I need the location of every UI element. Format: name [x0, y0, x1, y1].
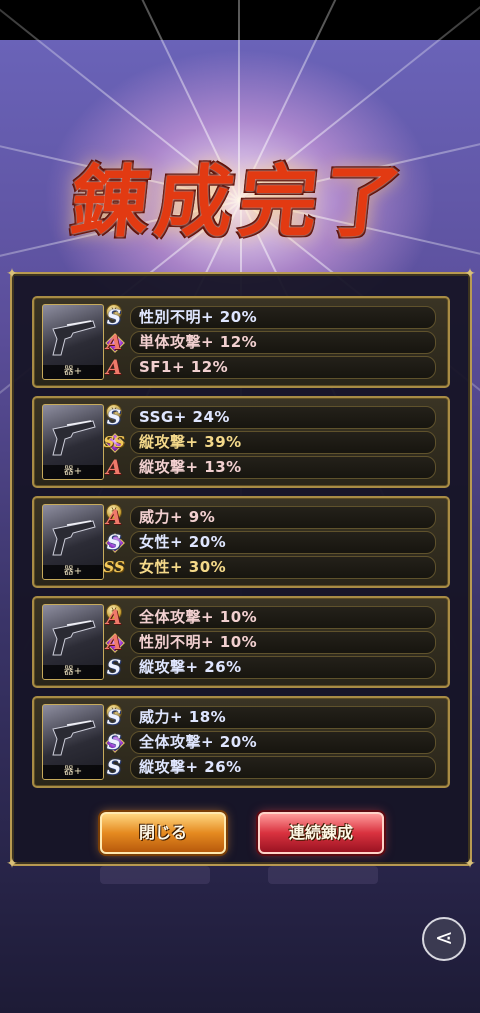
stat-text: SSG+ 24%	[139, 408, 230, 426]
share-button[interactable]: ⋖	[422, 917, 466, 961]
equip-level-label: 器+	[43, 365, 103, 379]
equip-level-label: 器+	[43, 765, 103, 779]
stat-row: A SF1+ 12%	[106, 355, 436, 379]
weapon-thumbnail: 器+	[42, 604, 104, 680]
stat-text: 威力+ 9%	[139, 508, 216, 526]
refine-result-card: 器+ ¥ A 威力+ 9% S 女性+ 20% SS 女性+ 30%	[32, 496, 450, 588]
rank-badge-s: S	[106, 655, 122, 679]
stat-row: S 全体攻撃+ 20%	[107, 730, 436, 754]
stat-row: A 性別不明+ 10%	[106, 630, 436, 654]
corner-ornament: ✦	[464, 856, 476, 872]
stat-row: A 縦攻撃+ 13%	[106, 455, 436, 479]
stat-row: S 縦攻撃+ 26%	[107, 655, 436, 679]
background-ghost-button	[268, 866, 378, 884]
rank-badge-ss: SS	[103, 558, 125, 576]
rank-badge-s: S	[106, 405, 122, 429]
refine-result-card: 器+ ¥ S 性別不明+ 20% A 単体攻撃+ 12% A SF1+ 12%	[32, 296, 450, 388]
handgun-icon	[52, 420, 96, 456]
stat-row: SS 縦攻撃+ 39%	[103, 431, 436, 454]
rank-badge-s: S	[106, 755, 122, 779]
stat-text: 女性+ 20%	[139, 533, 227, 551]
stat-row: S SSG+ 24%	[107, 405, 436, 429]
stat-text: 全体攻撃+ 20%	[139, 733, 258, 751]
stat-text: 縦攻撃+ 39%	[139, 433, 242, 451]
stat-row: A 威力+ 9%	[106, 505, 436, 529]
stat-text: 性別不明+ 20%	[139, 308, 258, 326]
rank-badge-a: A	[106, 330, 122, 354]
rank-badge-a: A	[106, 505, 122, 529]
stat-text: 威力+ 18%	[139, 708, 227, 726]
rank-badge-a: A	[106, 630, 122, 654]
equip-level-label: 器+	[43, 465, 103, 479]
stat-row: S 威力+ 18%	[107, 705, 436, 729]
rank-badge-a: A	[106, 355, 122, 379]
stat-text: 縦攻撃+ 26%	[139, 758, 242, 776]
stat-row: S 女性+ 20%	[107, 530, 436, 554]
stat-text: 全体攻撃+ 10%	[139, 608, 258, 626]
corner-ornament: ✦	[6, 856, 18, 872]
stat-text: SF1+ 12%	[139, 358, 229, 376]
weapon-thumbnail: 器+	[42, 504, 104, 580]
handgun-icon	[52, 520, 96, 556]
equip-level-label: 器+	[43, 665, 103, 679]
stat-text: 性別不明+ 10%	[139, 633, 258, 651]
rank-badge-s: S	[106, 305, 122, 329]
equip-level-label: 器+	[43, 565, 103, 579]
corner-ornament: ✦	[6, 266, 18, 282]
stat-text: 女性+ 30%	[139, 558, 227, 576]
status-bar	[0, 0, 480, 40]
corner-ornament: ✦	[464, 266, 476, 282]
stat-text: 単体攻撃+ 12%	[139, 333, 258, 351]
weapon-thumbnail: 器+	[42, 704, 104, 780]
rank-badge-a: A	[106, 605, 122, 629]
stat-row: A 全体攻撃+ 10%	[106, 605, 436, 629]
background-ghost-button	[100, 866, 210, 884]
stat-row: S 性別不明+ 20%	[107, 305, 436, 329]
handgun-icon	[52, 620, 96, 656]
stat-text: 縦攻撃+ 13%	[139, 458, 242, 476]
rank-badge-s: S	[106, 705, 122, 729]
refine-result-card: 器+ ¥ S SSG+ 24% SS 縦攻撃+ 39% A 縦攻撃+ 13%	[32, 396, 450, 488]
stat-row: SS 女性+ 30%	[103, 556, 436, 579]
rank-badge-s: S	[106, 730, 122, 754]
refine-result-card: 器+ ¥ A 全体攻撃+ 10% A 性別不明+ 10% S 縦攻撃+ 26%	[32, 596, 450, 688]
stat-text: 縦攻撃+ 26%	[139, 658, 242, 676]
stat-row: A 単体攻撃+ 12%	[106, 330, 436, 354]
rank-badge-ss: SS	[103, 433, 125, 451]
rank-badge-a: A	[106, 455, 122, 479]
rank-badge-s: S	[106, 530, 122, 554]
handgun-icon	[52, 720, 96, 756]
handgun-icon	[52, 320, 96, 356]
stat-row: S 縦攻撃+ 26%	[107, 755, 436, 779]
result-title: 錬成完了	[66, 157, 413, 248]
refine-result-card: 器+ ¥ S 威力+ 18% S 全体攻撃+ 20% S 縦攻撃+ 26%	[32, 696, 450, 788]
share-icon: ⋖	[434, 926, 454, 951]
weapon-thumbnail: 器+	[42, 304, 104, 380]
close-button[interactable]: 閉じる	[100, 812, 226, 854]
continuous-refine-button[interactable]: 連続錬成	[258, 812, 384, 854]
weapon-thumbnail: 器+	[42, 404, 104, 480]
